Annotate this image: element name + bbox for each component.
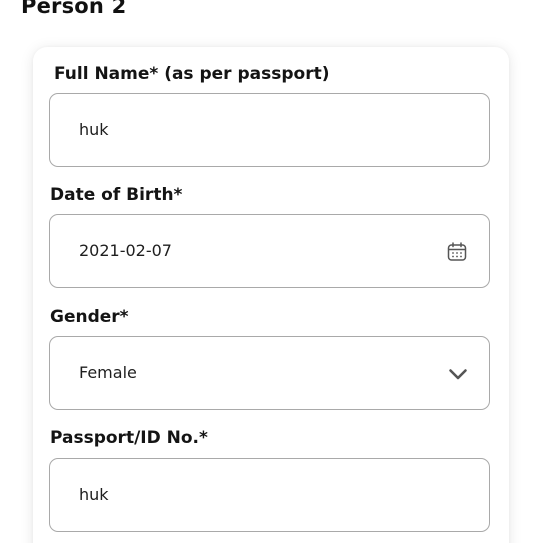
gender-select[interactable]: Female [49,336,490,410]
passport-id-value: huk [79,485,109,504]
chevron-down-icon [447,363,469,385]
date-of-birth-value: 2021-02-07 [79,241,172,260]
gender-label: Gender* [50,307,129,327]
date-of-birth-label: Date of Birth* [50,185,183,205]
calendar-icon[interactable] [446,241,468,263]
gender-value: Female [79,363,137,382]
date-of-birth-field[interactable]: 2021-02-07 [49,214,490,288]
passport-id-field[interactable]: huk [49,458,490,532]
full-name-value: huk [79,120,109,139]
full-name-field[interactable]: huk [49,93,490,167]
passport-id-label: Passport/ID No.* [50,428,208,448]
full-name-label: Full Name* (as per passport) [54,64,330,84]
page: Person 2 Full Name* (as per passport) hu… [0,0,542,543]
section-title: Person 2 [21,0,127,18]
